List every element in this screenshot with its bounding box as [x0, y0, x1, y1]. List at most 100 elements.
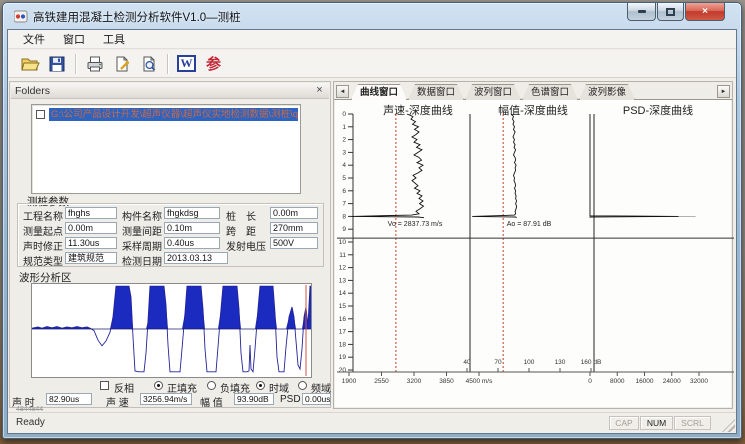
menu-window[interactable]: 窗口	[54, 29, 94, 49]
file-path-text: G:\公司产品设计开发\超声仪器\超声仪实地检测数据\测桩\qd\qd03\qd…	[49, 108, 298, 121]
param-field[interactable]: 0.00m	[270, 207, 318, 219]
amplitude-label: 幅 值	[200, 394, 223, 409]
param-field[interactable]: 2013.03.13	[164, 252, 228, 264]
tab-scroll-right-icon[interactable]: ►	[717, 85, 730, 98]
svg-text:0: 0	[588, 378, 592, 385]
svg-text:10: 10	[339, 239, 347, 246]
file-list-item[interactable]: G:\公司产品设计开发\超声仪器\超声仪实地检测数据\测桩\qd\qd03\qd…	[34, 107, 298, 121]
svg-text:14: 14	[339, 290, 347, 297]
file-listbox: G:\公司产品设计开发\超声仪器\超声仪实地检测数据\测桩\qd\qd03\qd…	[31, 104, 301, 194]
status-message: Ready	[16, 417, 45, 428]
status-bar: Ready CAP NUM SCRL	[8, 412, 736, 433]
svg-text:13: 13	[339, 277, 347, 284]
waveform-svg	[32, 284, 311, 377]
chart-area: 声速-深度曲线 幅值-深度曲线 PSD-深度曲线 012345678910111…	[335, 100, 731, 407]
svg-text:Vo = 2837.73 m/s: Vo = 2837.73 m/s	[388, 221, 443, 228]
param-field[interactable]: fhghs	[65, 207, 117, 219]
svg-text:40: 40	[463, 359, 471, 366]
parameters-button[interactable]: 参	[200, 51, 227, 76]
sound-time-field[interactable]: 82.90us	[46, 393, 92, 405]
param-label: 工程名称	[23, 208, 63, 223]
svg-text:3: 3	[342, 149, 346, 156]
print-button[interactable]	[81, 51, 108, 76]
close-button[interactable]: ×	[685, 3, 725, 21]
curve-panel: ◄ 曲线窗口 数据窗口 波列窗口 色谱窗口 波列影像 ► 声速-深度曲线 幅值-…	[333, 81, 733, 409]
print-preview-button[interactable]	[135, 51, 162, 76]
maximize-button[interactable]	[657, 3, 684, 21]
window-title: 高铁建用混凝土检测分析软件V1.0—测桩	[33, 9, 241, 25]
folders-close-icon[interactable]: ×	[313, 84, 326, 97]
tab-scroll-left-icon[interactable]: ◄	[336, 85, 349, 98]
save-icon	[47, 54, 67, 74]
params-group: 工程名称 fhghs 构件名称 fhgkdsg 桩 长 0.00m 测量起点 0…	[17, 203, 324, 267]
freq-domain-radio[interactable]	[298, 381, 307, 390]
svg-text:9: 9	[342, 226, 346, 233]
parameters-icon: 参	[206, 53, 221, 74]
param-field[interactable]: 11.30us	[65, 237, 117, 249]
minimize-button[interactable]	[627, 3, 656, 21]
resize-grip[interactable]	[722, 419, 735, 432]
time-domain-radio[interactable]	[256, 381, 265, 390]
folders-panel-header: Folders ×	[11, 83, 329, 99]
file-checkbox[interactable]	[36, 110, 45, 119]
menu-bar: 文件 窗口 工具	[8, 30, 736, 49]
param-field[interactable]: 500V	[270, 237, 318, 249]
amplitude-field[interactable]: 93.90dB	[234, 393, 274, 405]
open-folder-icon	[20, 54, 40, 74]
tab-spectrum-window[interactable]: 色谱窗口	[522, 84, 578, 100]
param-field[interactable]: 0.10m	[164, 222, 220, 234]
toolbar-separator	[75, 54, 76, 74]
sound-speed-field[interactable]: 3256.94m/s	[140, 393, 192, 405]
invert-label: 反相	[114, 380, 134, 395]
param-field[interactable]: 0.00m	[65, 222, 117, 234]
param-field[interactable]: 270mm	[270, 222, 318, 234]
svg-text:16: 16	[339, 316, 347, 323]
svg-text:3850: 3850	[439, 378, 454, 385]
desktop: 高铁建用混凝土检测分析软件V1.0—测桩 × 文件 窗口 工具	[0, 0, 745, 444]
tab-strip: ◄ 曲线窗口 数据窗口 波列窗口 色谱窗口 波列影像 ►	[334, 82, 732, 100]
svg-text:70: 70	[494, 359, 502, 366]
depth-charts-svg: 0123456789101112131415161718192019002550…	[335, 100, 736, 405]
param-label: 桩 长	[226, 208, 256, 223]
toolbar: W 参	[8, 50, 736, 78]
maximize-icon	[666, 8, 675, 16]
app-window: 高铁建用混凝土检测分析软件V1.0—测桩 × 文件 窗口 工具	[2, 2, 742, 439]
caps-indicator: CAP	[609, 416, 639, 430]
param-field[interactable]: 0.40us	[164, 237, 220, 249]
param-label: 测量间距	[122, 223, 162, 238]
open-button[interactable]	[16, 51, 43, 76]
svg-text:17: 17	[339, 329, 347, 336]
page-setup-icon	[112, 54, 132, 74]
title-bar[interactable]: 高铁建用混凝土检测分析软件V1.0—测桩 ×	[3, 3, 741, 29]
svg-text:2550: 2550	[374, 378, 389, 385]
param-field[interactable]: 建筑规范	[65, 252, 117, 264]
menu-tools[interactable]: 工具	[94, 29, 134, 49]
tab-wavetrain-image[interactable]: 波列影像	[579, 84, 635, 100]
tab-wavetrain-window[interactable]: 波列窗口	[465, 84, 521, 100]
app-client-area: 文件 窗口 工具	[7, 29, 737, 434]
svg-text:Ao = 87.91 dB: Ao = 87.91 dB	[507, 221, 552, 228]
tab-data-window[interactable]: 数据窗口	[408, 84, 464, 100]
invert-checkbox[interactable]	[100, 381, 109, 390]
menu-file[interactable]: 文件	[14, 29, 54, 49]
fill-negative-radio[interactable]	[207, 381, 216, 390]
param-label: 跨 距	[226, 223, 256, 238]
page-setup-button[interactable]	[108, 51, 135, 76]
word-export-button[interactable]: W	[173, 51, 200, 76]
svg-text:4: 4	[342, 162, 346, 169]
folders-panel-title: Folders	[15, 85, 50, 97]
svg-text:4500 m/s: 4500 m/s	[466, 378, 493, 385]
svg-text:2: 2	[342, 137, 346, 144]
svg-text:18: 18	[339, 341, 347, 348]
psd-field[interactable]: 0.00us^2/m	[302, 393, 331, 405]
tab-curve-window[interactable]: 曲线窗口	[351, 84, 407, 100]
fill-positive-radio[interactable]	[154, 381, 163, 390]
param-field[interactable]: fhgkdsg	[164, 207, 220, 219]
printer-icon	[85, 54, 105, 74]
param-label: 测量起点	[23, 223, 63, 238]
svg-text:160 dB: 160 dB	[581, 359, 602, 366]
svg-text:20: 20	[339, 367, 347, 374]
save-button[interactable]	[43, 51, 70, 76]
svg-text:130: 130	[555, 359, 566, 366]
svg-text:32000: 32000	[690, 378, 708, 385]
